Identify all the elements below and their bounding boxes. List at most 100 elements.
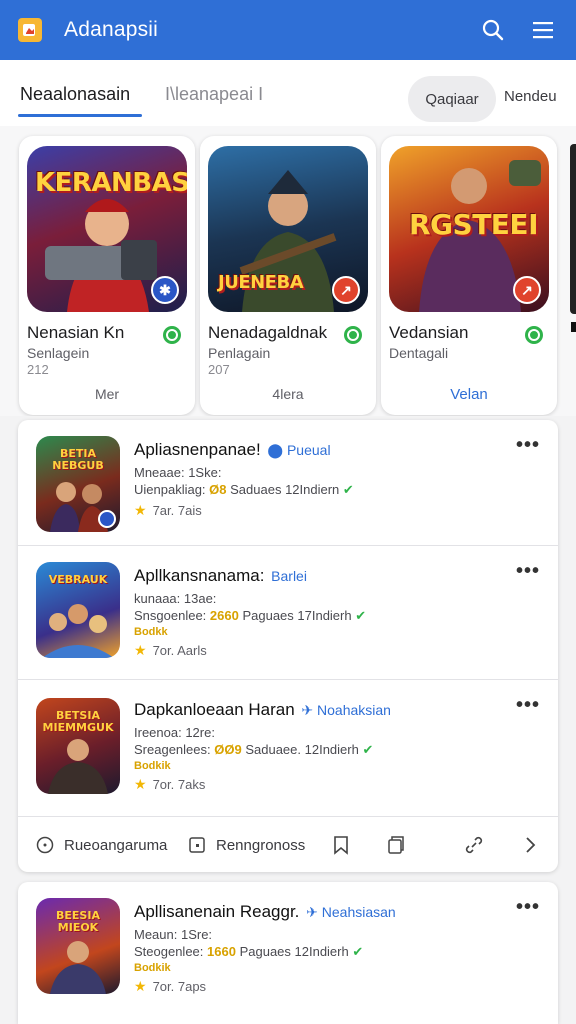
app-meta-number: 1660 xyxy=(207,944,236,959)
app-rating: ★ 7ar. 7ais xyxy=(134,502,202,519)
copy-icon[interactable] xyxy=(386,817,416,872)
app-title[interactable]: Dapkanloeaan Haran ✈ Noahaksian xyxy=(134,700,391,720)
featured-name: Vedansian xyxy=(389,323,469,342)
featured-name: Nenasian Kn xyxy=(27,323,125,342)
more-options-icon[interactable]: ••• xyxy=(516,434,540,457)
app-rating-text: 7or. 7aks xyxy=(152,777,206,792)
app-tag-text: Neahsiasan xyxy=(321,904,396,920)
tab-active-indicator xyxy=(18,114,142,117)
featured-number: 212 xyxy=(27,362,49,377)
app-tag-text: Pueual xyxy=(286,442,331,458)
featured-art: KERANBASA ✱ xyxy=(27,146,187,312)
app-meta-number: ØØ9 xyxy=(214,742,242,757)
next-card-peek-detail xyxy=(571,322,576,332)
list-item[interactable]: VEBRAUK Apllkansnanama: Barlei kunaaa: 1… xyxy=(18,545,558,678)
featured-badge-icon: ↗ xyxy=(513,276,541,304)
app-logo-icon[interactable] xyxy=(18,18,42,42)
app-rating-text: 7or. 7aps xyxy=(152,979,207,994)
app-meta-1: Meaun: 1Sre: xyxy=(134,927,213,942)
featured-subtitle: Dentagali xyxy=(389,345,449,361)
next-card-peek[interactable] xyxy=(570,144,576,314)
app-tag: ✈ Noahaksian xyxy=(301,702,391,718)
chevron-right-icon[interactable] xyxy=(524,817,546,872)
app-meta-label: Sreagenlees: xyxy=(134,742,211,757)
app-meta-1: kunaaa: 13ae: xyxy=(134,591,217,606)
check-icon: ✔ xyxy=(355,608,367,623)
verified-icon xyxy=(525,326,543,344)
square-icon xyxy=(189,837,205,853)
tab-extra[interactable]: Nendeu xyxy=(504,88,557,105)
action-primary[interactable]: Rueoangaruma xyxy=(36,817,167,872)
star-icon: ★ xyxy=(134,502,147,518)
app-title-text: Apllkansnanama: xyxy=(134,566,265,585)
app-title[interactable]: Apllkansnanama: Barlei xyxy=(134,566,307,586)
bookmark-icon[interactable] xyxy=(332,817,360,872)
featured-action[interactable]: Velan xyxy=(381,386,557,403)
featured-card[interactable]: KERANBASA ✱ Nenasian Kn Senlagein 212 Me… xyxy=(19,136,195,415)
featured-name: Nenadagaldnak xyxy=(208,323,328,342)
app-tag: Barlei xyxy=(271,568,307,584)
app-title[interactable]: Apllisanenain Reaggr. ✈ Neahsiasan xyxy=(134,902,396,922)
list-item[interactable]: BETSIA MIEMMGUK Dapkanloeaan Haran ✈ Noa… xyxy=(18,679,558,815)
featured-badge-icon: ↗ xyxy=(332,276,360,304)
featured-art-title: KERANBASA xyxy=(35,168,187,198)
verified-icon xyxy=(163,326,181,344)
featured-action[interactable]: 4lera xyxy=(200,386,376,402)
list-item[interactable]: BETIA NEBGUB Apliasnenpanae! ⬤ Pueual Mn… xyxy=(18,420,558,544)
app-icon: BEESIA MIEOK xyxy=(36,898,120,994)
more-options-icon[interactable]: ••• xyxy=(516,896,540,919)
check-icon: ✔ xyxy=(362,742,374,757)
app-meta-value: Saduaes 12Indiern xyxy=(230,482,340,497)
app-rating: ★ 7or. 7aps xyxy=(134,978,206,995)
app-tag: ✈ Neahsiasan xyxy=(306,904,396,920)
tab-primary[interactable]: Neaalonasain xyxy=(20,84,130,105)
featured-action[interactable]: Mer xyxy=(19,386,195,402)
filter-pill[interactable]: Qaqiaar xyxy=(408,76,496,122)
featured-card[interactable]: JUENEBA ↗ Nenadagaldnak Penlagain 207 4l… xyxy=(200,136,376,415)
menu-icon[interactable] xyxy=(528,15,558,45)
app-title[interactable]: Apliasnenpanae! ⬤ Pueual xyxy=(134,440,331,460)
featured-art-title: JUENEBA xyxy=(218,272,304,293)
app-icon: VEBRAUK xyxy=(36,562,120,658)
featured-art-title: RGSTEEI xyxy=(409,208,538,241)
list-item[interactable]: BEESIA MIEOK Apllisanenain Reaggr. ✈ Nea… xyxy=(18,882,558,1024)
app-list: BETIA NEBGUB Apliasnenpanae! ⬤ Pueual Mn… xyxy=(18,420,558,872)
app-title: Adanapsii xyxy=(64,18,159,41)
featured-art: RGSTEEI ↗ xyxy=(389,146,549,312)
action-secondary[interactable]: Renngronoss xyxy=(188,817,305,872)
app-tag-text: Noahaksian xyxy=(317,702,391,718)
app-bar: Adanapsii xyxy=(0,0,576,60)
clock-icon xyxy=(36,836,54,854)
app-badge: Bodkik xyxy=(134,760,171,772)
app-badge-icon xyxy=(98,510,116,528)
app-meta-2: Sreagenlees: ØØ9 Saduaee. 12Indierh ✔ xyxy=(134,742,373,758)
app-icon-title: VEBRAUK xyxy=(48,573,108,586)
tab-secondary[interactable]: I\leanapeai I xyxy=(165,84,263,105)
star-icon: ★ xyxy=(134,978,147,994)
tab-bar: Neaalonasain I\leanapeai I Qaqiaar Nende… xyxy=(0,60,576,126)
app-meta-1: Mneaae: 1Ske: xyxy=(134,465,222,480)
featured-carousel[interactable]: KERANBASA ✱ Nenasian Kn Senlagein 212 Me… xyxy=(0,126,576,416)
featured-badge-icon: ✱ xyxy=(151,276,179,304)
search-icon[interactable] xyxy=(478,15,508,45)
app-icon-title: BETSIA MIEMMGUK xyxy=(42,709,114,734)
app-meta-2: Snsgoenlee: 2660 Paguaes 17Indierh ✔ xyxy=(134,608,366,624)
featured-number: 207 xyxy=(208,362,230,377)
app-meta-number: 2660 xyxy=(209,608,239,623)
app-title-text: Dapkanloeaan Haran xyxy=(134,700,295,719)
featured-subtitle: Senlagein xyxy=(27,345,90,361)
app-badge: Bodkk xyxy=(134,626,168,638)
more-options-icon[interactable]: ••• xyxy=(516,560,540,583)
more-options-icon[interactable]: ••• xyxy=(516,694,540,717)
app-icon-title: BETIA NEBGUB xyxy=(52,447,104,472)
app-meta-value: Saduaee. 12Indierh xyxy=(245,742,359,757)
action-primary-label: Rueoangaruma xyxy=(64,836,168,854)
app-meta-label: Uienpakliag: xyxy=(134,482,206,497)
app-meta-label: Snsgoenlee: xyxy=(134,608,207,623)
app-badge: Bodkik xyxy=(134,962,171,974)
app-icon-title: BEESIA MIEOK xyxy=(56,909,100,934)
featured-card[interactable]: RGSTEEI ↗ Vedansian Dentagali Velan xyxy=(381,136,557,415)
app-rating: ★ 7or. 7aks xyxy=(134,776,205,793)
link-icon[interactable] xyxy=(464,817,494,872)
star-icon: ★ xyxy=(134,776,147,792)
